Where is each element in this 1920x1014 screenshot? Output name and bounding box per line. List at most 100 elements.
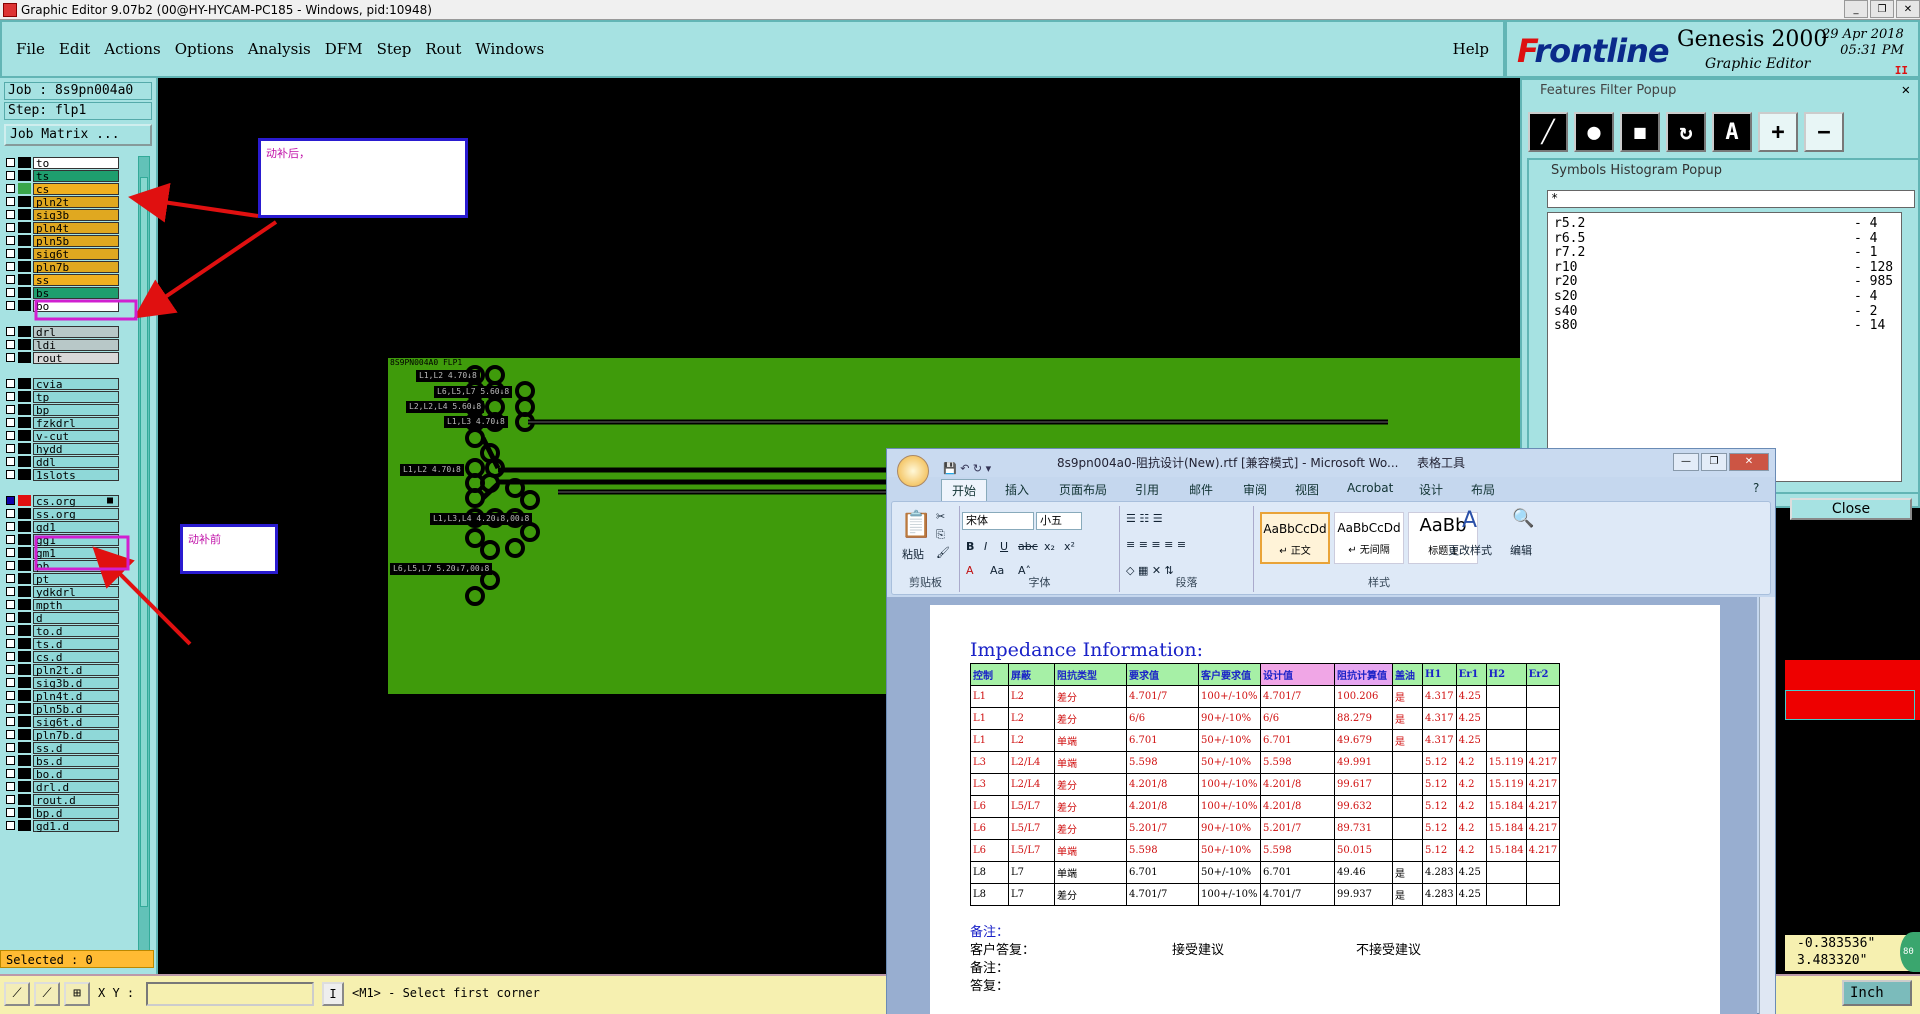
- grid-icon[interactable]: ⊞: [64, 982, 90, 1006]
- layer-name[interactable]: pln7b: [33, 260, 119, 273]
- layer-checkbox[interactable]: [6, 457, 15, 466]
- layer-checkbox[interactable]: [6, 392, 15, 401]
- layer-checkbox[interactable]: [6, 197, 15, 206]
- table-cell[interactable]: 15.184: [1485, 795, 1527, 818]
- layer-color-swatch[interactable]: [18, 469, 31, 480]
- table-cell[interactable]: 5.201/7: [1260, 817, 1335, 840]
- bold-icon[interactable]: B: [966, 540, 974, 553]
- layer-color-swatch[interactable]: [18, 495, 31, 506]
- table-cell[interactable]: 差分: [1054, 883, 1127, 906]
- layer-checkbox[interactable]: [6, 418, 15, 427]
- layer-color-swatch[interactable]: [18, 768, 31, 779]
- layer-row[interactable]: bo.d: [6, 767, 124, 780]
- office-button[interactable]: [897, 455, 929, 487]
- layer-row[interactable]: mpth: [6, 598, 124, 611]
- change-styles-label[interactable]: 更改样式: [1448, 542, 1492, 558]
- layer-color-swatch[interactable]: [18, 261, 31, 272]
- layer-name[interactable]: bp.d: [33, 806, 119, 819]
- table-cell[interactable]: 50+/-10%: [1198, 751, 1261, 774]
- layer-color-swatch[interactable]: [18, 352, 31, 363]
- table-cell[interactable]: 5.12: [1422, 751, 1457, 774]
- table-cell[interactable]: 4.2: [1455, 795, 1487, 818]
- table-cell[interactable]: 5.12: [1422, 795, 1457, 818]
- layer-color-swatch[interactable]: [18, 781, 31, 792]
- layer-checkbox[interactable]: [6, 561, 15, 570]
- font-name-combo[interactable]: 宋体: [962, 512, 1034, 530]
- layer-name[interactable]: to.d: [33, 624, 119, 637]
- layer-color-swatch[interactable]: [18, 742, 31, 753]
- table-cell[interactable]: 4.201/8: [1260, 773, 1335, 796]
- table-cell[interactable]: 4.701/7: [1126, 685, 1199, 708]
- tab-layout[interactable]: 页面布局: [1059, 481, 1107, 498]
- layer-name[interactable]: gg1: [33, 533, 119, 546]
- layer-row[interactable]: pt: [6, 572, 124, 585]
- layer-checkbox[interactable]: [6, 626, 15, 635]
- table-cell[interactable]: 单端: [1054, 839, 1127, 862]
- table-row[interactable]: L6 L5/L7 差分 4.201/8 100+/-10% 4.201/8 99.632 5.…: [970, 795, 1561, 818]
- layer-color-swatch[interactable]: [18, 547, 31, 558]
- table-row[interactable]: L8 L7 差分 4.701/7 100+/-10% 4.701/7 99.937 是 4.28…: [970, 883, 1561, 906]
- table-cell[interactable]: 是: [1392, 729, 1423, 752]
- table-cell[interactable]: 4.283: [1422, 861, 1457, 884]
- layer-name[interactable]: pln4t.d: [33, 689, 119, 702]
- measure-icon[interactable]: ⟋: [34, 982, 60, 1006]
- layer-name[interactable]: rout.d: [33, 793, 119, 806]
- table-cell[interactable]: 6.701: [1260, 729, 1335, 752]
- layer-checkbox[interactable]: [6, 171, 15, 180]
- find-icon[interactable]: 🔍: [1512, 508, 1534, 529]
- table-cell[interactable]: 6.701: [1260, 861, 1335, 884]
- layer-name[interactable]: pln7b.d: [33, 728, 119, 741]
- layer-name[interactable]: bp: [33, 403, 119, 416]
- layer-name[interactable]: rout: [33, 351, 119, 364]
- table-cell[interactable]: 4.217: [1525, 751, 1561, 774]
- help-icon[interactable]: ?: [1753, 481, 1759, 495]
- layer-row[interactable]: bo: [6, 299, 124, 312]
- table-cell[interactable]: 差分: [1054, 795, 1127, 818]
- layer-row[interactable]: drl: [6, 325, 124, 338]
- symbol-list[interactable]: r5.2- 4 r6.5- 4 r7.2- 1 r10- 128 r20- 985 s20…: [1547, 212, 1902, 482]
- layer-name[interactable]: v-cut: [33, 429, 119, 442]
- layer-row[interactable]: rout.d: [6, 793, 124, 806]
- table-cell[interactable]: [1525, 685, 1561, 708]
- format-painter-icon[interactable]: 🖌: [936, 546, 950, 559]
- paste-label[interactable]: 粘贴: [902, 546, 924, 562]
- layer-checkbox[interactable]: [6, 470, 15, 479]
- layer-checkbox[interactable]: [6, 340, 15, 349]
- layer-checkbox[interactable]: [6, 405, 15, 414]
- layer-row[interactable]: bs: [6, 286, 124, 299]
- tab-mailings[interactable]: 邮件: [1189, 481, 1213, 498]
- symbol-filter-input[interactable]: *: [1547, 190, 1915, 208]
- layer-checkbox[interactable]: [6, 756, 15, 765]
- layer-checkbox[interactable]: [6, 548, 15, 557]
- layer-row[interactable]: to.d: [6, 624, 124, 637]
- italic-icon[interactable]: I: [984, 540, 987, 553]
- layer-checkbox[interactable]: [6, 808, 15, 817]
- table-cell[interactable]: [1392, 751, 1423, 774]
- tab-review[interactable]: 审阅: [1243, 481, 1267, 498]
- layer-name[interactable]: bo: [33, 299, 119, 312]
- table-row[interactable]: L6 L5/L7 单端 5.598 50+/-10% 5.598 50.015 5.12 4.2…: [970, 839, 1561, 862]
- surface-tool-icon[interactable]: ◼: [1620, 112, 1660, 152]
- layer-name[interactable]: sig3b.d: [33, 676, 119, 689]
- menu-edit[interactable]: Edit: [59, 40, 90, 58]
- table-cell[interactable]: 4.2: [1455, 773, 1487, 796]
- layer-checkbox[interactable]: [6, 496, 15, 505]
- layer-checkbox[interactable]: [6, 327, 15, 336]
- table-cell[interactable]: L6: [970, 795, 1009, 818]
- layer-name[interactable]: sig3b: [33, 208, 119, 221]
- tab-insert[interactable]: 插入: [1005, 481, 1029, 498]
- table-cell[interactable]: [1392, 773, 1423, 796]
- layer-color-swatch[interactable]: [18, 638, 31, 649]
- table-cell[interactable]: L1: [970, 707, 1009, 730]
- layer-checkbox[interactable]: [6, 600, 15, 609]
- table-cell[interactable]: 4.217: [1525, 795, 1561, 818]
- table-cell[interactable]: 5.598: [1260, 839, 1335, 862]
- layer-row[interactable]: [6, 481, 124, 494]
- layer-row[interactable]: d: [6, 611, 124, 624]
- layer-name[interactable]: pln4t: [33, 221, 119, 234]
- layer-row[interactable]: ss: [6, 273, 124, 286]
- layer-row[interactable]: cvia: [6, 377, 124, 390]
- underline-icon[interactable]: U: [1000, 540, 1008, 553]
- layer-row[interactable]: fzkdrl: [6, 416, 124, 429]
- layer-name[interactable]: mpth: [33, 598, 119, 611]
